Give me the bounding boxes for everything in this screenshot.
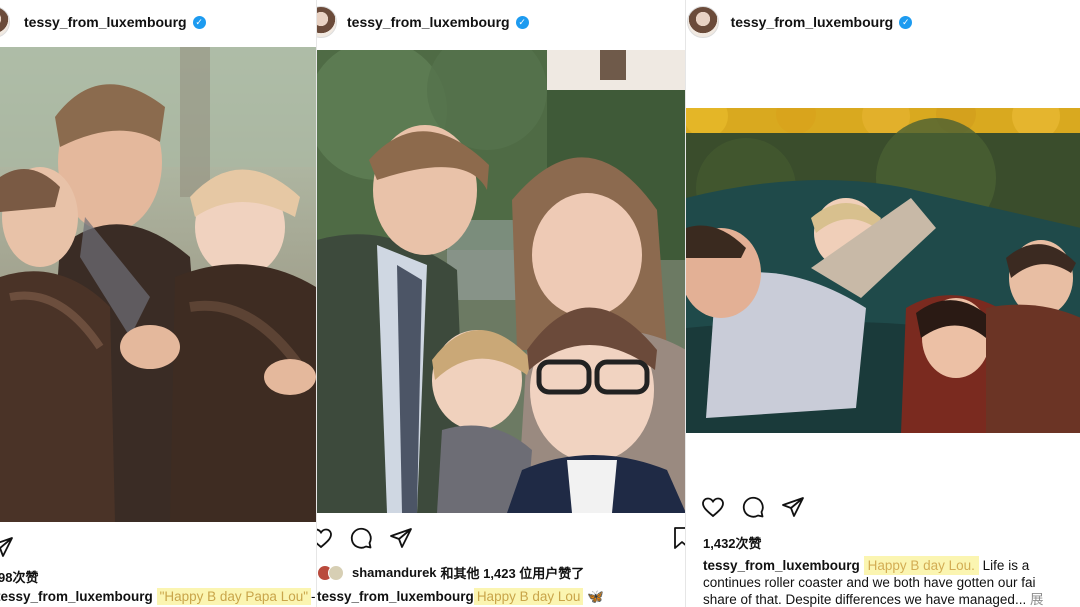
caption-highlight: Happy B day Lou [473, 588, 584, 605]
comment-icon[interactable] [349, 526, 373, 550]
share-icon[interactable] [781, 495, 805, 519]
avatar[interactable] [317, 6, 337, 38]
post-caption: tessy_from_luxembourg Happy B day Lou 🦋 [317, 588, 604, 605]
post-panel-2: tessy_from_luxembourg ✓ shamandurek 和其他 … [316, 0, 685, 607]
caption-line-2: continues roller coaster and we both hav… [703, 575, 1036, 590]
bookmark-icon[interactable] [670, 526, 685, 550]
post-actions [317, 526, 685, 550]
caption-tail: - [311, 589, 316, 604]
caption-line-1: tessy_from_luxembourg Happy B day Lou. L… [703, 556, 1080, 575]
liked-by-row: shamandurek 和其他 1,423 位用户赞了 [317, 563, 584, 582]
caption-text: share of that. Despite differences we ha… [703, 592, 1027, 607]
post-panel-1: tessy_from_luxembourg ✓ 98次赞 tessy_from_… [0, 0, 316, 607]
caption-username[interactable]: tessy_from_luxembourg [0, 589, 153, 604]
post-caption: tessy_from_luxembourg Happy B day Lou. L… [703, 556, 1080, 607]
avatar[interactable] [686, 6, 719, 38]
post-caption: tessy_from_luxembourg "Happy B day Papa … [0, 588, 316, 605]
post-panel-3: • tessy_from_luxembourg ✓ [685, 0, 1080, 607]
post-actions [0, 535, 30, 559]
likes-count[interactable]: 98次赞 [0, 567, 38, 586]
heart-icon[interactable] [701, 495, 725, 519]
username[interactable]: tessy_from_luxembourg [24, 14, 187, 30]
liked-by-others[interactable]: 和其他 1,423 位用户赞了 [441, 563, 585, 582]
post-header: tessy_from_luxembourg ✓ [317, 0, 685, 44]
post-header: tessy_from_luxembourg ✓ [0, 0, 316, 44]
avatar[interactable] [0, 6, 10, 38]
post-header: • tessy_from_luxembourg ✓ [686, 0, 1080, 44]
share-icon[interactable] [0, 535, 14, 559]
liker-avatar[interactable] [328, 564, 344, 581]
liked-by-username[interactable]: shamandurek [352, 565, 437, 580]
verified-badge-icon: ✓ [515, 15, 529, 29]
caption-line-3: share of that. Despite differences we ha… [703, 591, 1080, 607]
username[interactable]: tessy_from_luxembourg [731, 14, 894, 30]
comment-icon[interactable] [741, 495, 765, 519]
caption-highlight: "Happy B day Papa Lou" [156, 588, 312, 605]
username[interactable]: tessy_from_luxembourg [347, 14, 510, 30]
post-photo[interactable] [686, 108, 1080, 433]
butterfly-emoji: 🦋 [587, 589, 604, 604]
caption-username[interactable]: tessy_from_luxembourg [317, 589, 474, 604]
verified-badge-icon: ✓ [899, 15, 913, 29]
post-photo[interactable] [317, 50, 685, 513]
likes-count[interactable]: 1,432次赞 [703, 533, 762, 552]
heart-icon[interactable] [317, 526, 333, 550]
caption-username[interactable]: tessy_from_luxembourg [703, 558, 860, 573]
verified-badge-icon: ✓ [192, 15, 206, 29]
caption-text: Life is a [982, 558, 1030, 573]
post-photo[interactable] [0, 47, 316, 522]
caption-highlight: Happy B day Lou. [863, 556, 979, 575]
more-link[interactable]: 展 [1030, 592, 1044, 607]
post-actions [701, 495, 821, 519]
share-icon[interactable] [389, 526, 413, 550]
